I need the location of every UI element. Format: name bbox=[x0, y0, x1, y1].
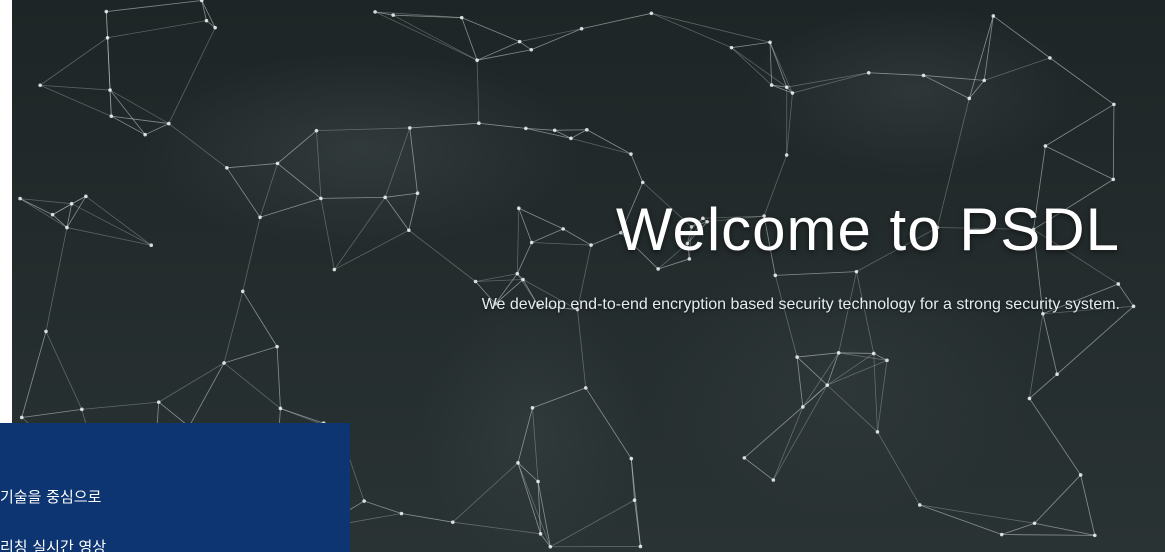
hero-banner: Welcome to PSDL We develop end-to-end en… bbox=[0, 0, 1165, 552]
hero-subtitle: We develop end-to-end encryption based s… bbox=[481, 296, 1120, 313]
hero-text-block: Welcome to PSDL We develop end-to-end en… bbox=[330, 190, 1120, 316]
intro-overlay-panel: 기술을 중심으로 리칭 실시간 영상 bbox=[0, 423, 350, 552]
overlay-text-line: 기술을 중심으로 bbox=[0, 488, 102, 506]
overlay-text-line: 리칭 실시간 영상 bbox=[0, 538, 107, 552]
hero-title: Welcome to PSDL bbox=[615, 196, 1120, 263]
